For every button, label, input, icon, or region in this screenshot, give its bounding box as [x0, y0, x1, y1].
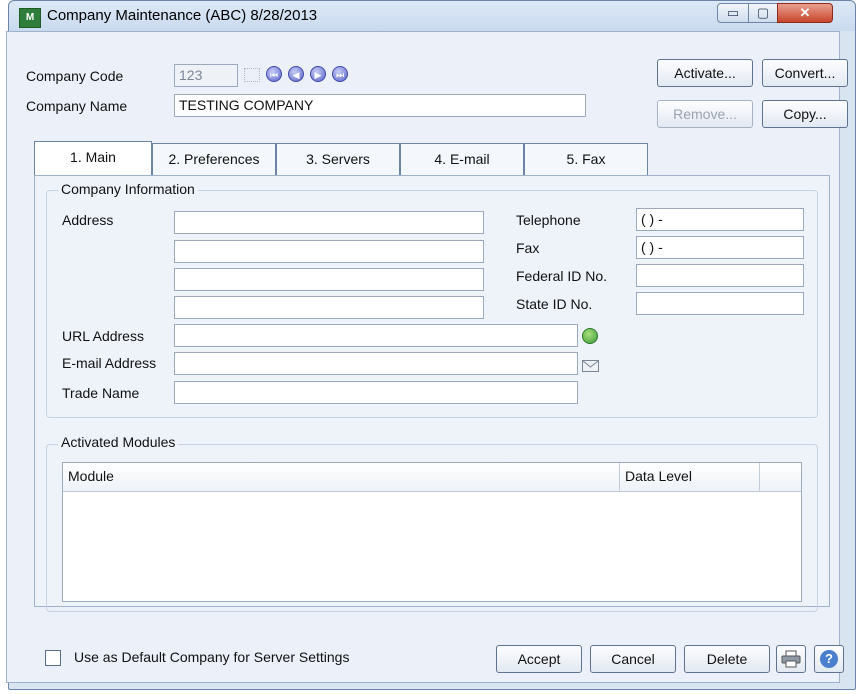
default-company-checkbox[interactable] [45, 650, 61, 666]
modules-grid-header: Module Data Level [63, 463, 801, 492]
lookup-icon[interactable] [244, 68, 260, 82]
accept-button[interactable]: Accept [496, 645, 582, 673]
activated-modules-title: Activated Modules [58, 434, 179, 450]
company-name-label: Company Name [26, 98, 128, 114]
tab-preferences[interactable]: 2. Preferences [152, 143, 276, 175]
minimize-button[interactable]: ▭ [717, 3, 749, 23]
app-icon: M [19, 8, 41, 28]
url-address-input[interactable] [174, 324, 578, 347]
company-code-label: Company Code [26, 68, 124, 84]
federal-id-input[interactable] [636, 264, 804, 287]
title-bar[interactable]: M Company Maintenance (ABC) 8/28/2013 ▭ … [9, 1, 855, 31]
column-divider [619, 463, 620, 491]
company-name-input[interactable]: TESTING COMPANY [174, 94, 586, 117]
close-button[interactable]: ✕ [777, 3, 833, 23]
default-company-label: Use as Default Company for Server Settin… [74, 649, 350, 665]
remove-button[interactable]: Remove... [657, 100, 753, 128]
last-record-button[interactable]: ⏭ [332, 66, 348, 82]
address-line-1-input[interactable] [174, 211, 484, 234]
state-id-input[interactable] [636, 292, 804, 315]
module-column-header[interactable]: Module [68, 468, 114, 484]
company-information-title: Company Information [58, 181, 198, 197]
printer-icon [781, 650, 801, 668]
first-record-button[interactable]: ⏮ [266, 66, 282, 82]
print-button[interactable] [776, 645, 806, 673]
data-level-column-header[interactable]: Data Level [625, 468, 692, 484]
window-title: Company Maintenance (ABC) 8/28/2013 [47, 7, 318, 24]
activate-button[interactable]: Activate... [657, 59, 753, 87]
telephone-label: Telephone [516, 212, 581, 228]
delete-button[interactable]: Delete [684, 645, 770, 673]
trade-name-label: Trade Name [62, 385, 140, 401]
url-address-label: URL Address [62, 328, 144, 344]
copy-button[interactable]: Copy... [762, 100, 848, 128]
envelope-icon[interactable] [582, 360, 599, 372]
next-record-button[interactable]: ▶ [310, 66, 326, 82]
fax-input[interactable]: ( ) - [636, 236, 804, 259]
state-id-label: State ID No. [516, 296, 593, 312]
address-line-3-input[interactable] [174, 268, 484, 291]
company-code-input[interactable]: 123 [174, 64, 238, 87]
fax-label: Fax [516, 240, 540, 256]
convert-button[interactable]: Convert... [762, 59, 848, 87]
email-address-label: E-mail Address [62, 355, 157, 371]
column-divider [759, 463, 760, 491]
trade-name-input[interactable] [174, 381, 578, 404]
globe-icon[interactable] [582, 328, 598, 344]
modules-grid[interactable]: Module Data Level [62, 462, 802, 602]
tab-servers[interactable]: 3. Servers [276, 143, 400, 175]
address-line-4-input[interactable] [174, 296, 484, 319]
previous-record-button[interactable]: ◀ [288, 66, 304, 82]
maximize-button[interactable]: ▢ [748, 3, 778, 23]
help-icon: ? [820, 650, 838, 668]
telephone-input[interactable]: ( ) - [636, 208, 804, 231]
federal-id-label: Federal ID No. [516, 268, 608, 284]
address-label: Address [62, 212, 114, 228]
email-address-input[interactable] [174, 352, 578, 375]
tab-email[interactable]: 4. E-mail [400, 143, 524, 175]
help-button[interactable]: ? [814, 645, 844, 673]
cancel-button[interactable]: Cancel [590, 645, 676, 673]
tab-main[interactable]: 1. Main [34, 141, 152, 175]
tab-fax[interactable]: 5. Fax [524, 143, 648, 175]
address-line-2-input[interactable] [174, 240, 484, 263]
